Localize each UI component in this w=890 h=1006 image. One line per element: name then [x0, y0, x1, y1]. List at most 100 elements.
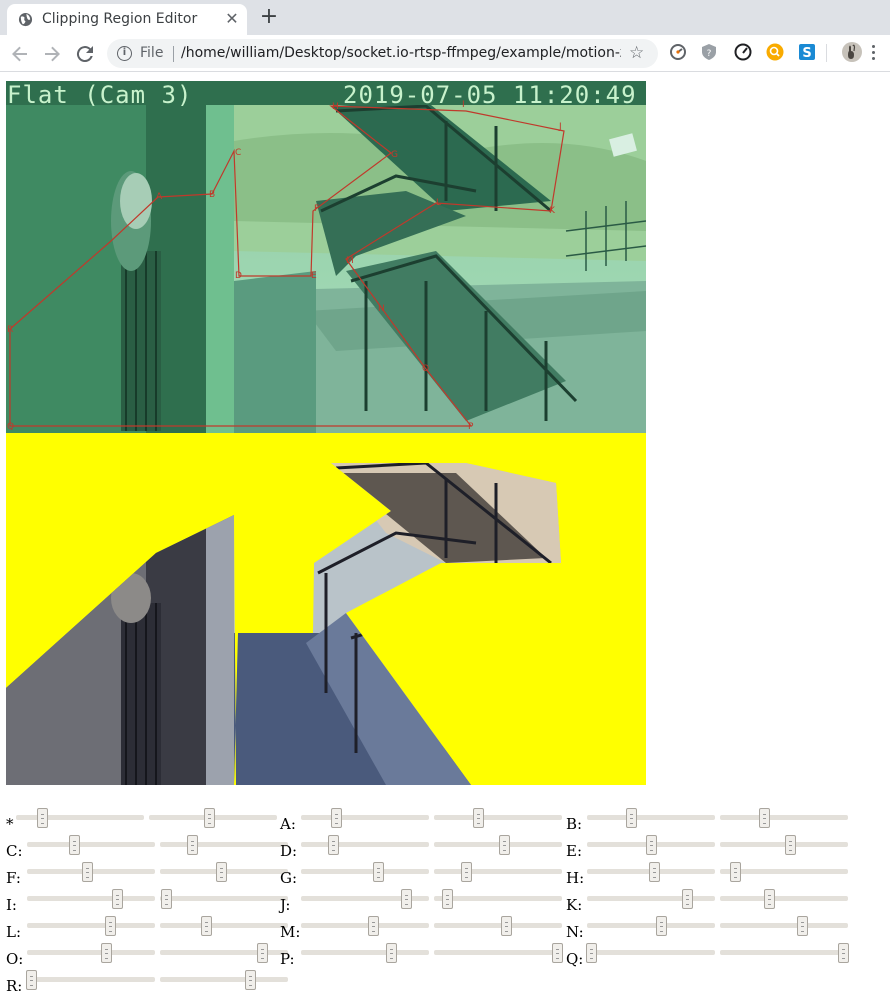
- slider-m-y[interactable]: [434, 916, 562, 936]
- slider-f-x[interactable]: [27, 862, 155, 882]
- slider-d-x[interactable]: [301, 835, 429, 855]
- slider-g-y[interactable]: [434, 862, 562, 882]
- slider-track[interactable]: [301, 950, 429, 955]
- slider-track[interactable]: [434, 815, 562, 820]
- slider-thumb[interactable]: [112, 889, 123, 909]
- slider-all-y[interactable]: [149, 808, 277, 828]
- tab-clipping-region-editor[interactable]: Clipping Region Editor ✕: [7, 4, 247, 35]
- slider-m-x[interactable]: [301, 916, 429, 936]
- slider-track[interactable]: [160, 950, 288, 955]
- slider-thumb[interactable]: [201, 916, 212, 936]
- slider-track[interactable]: [587, 815, 715, 820]
- slider-e-x[interactable]: [587, 835, 715, 855]
- slider-b-x[interactable]: [587, 808, 715, 828]
- slider-thumb[interactable]: [442, 889, 453, 909]
- slider-thumb[interactable]: [838, 943, 849, 963]
- slider-track[interactable]: [160, 977, 288, 982]
- slider-track[interactable]: [301, 923, 429, 928]
- slider-c-y[interactable]: [160, 835, 288, 855]
- slider-thumb[interactable]: [82, 862, 93, 882]
- slider-track[interactable]: [301, 815, 429, 820]
- slider-thumb[interactable]: [37, 808, 48, 828]
- forward-icon[interactable]: [40, 42, 64, 66]
- slider-track[interactable]: [434, 869, 562, 874]
- slider-j-y[interactable]: [434, 889, 562, 909]
- slider-l-y[interactable]: [160, 916, 288, 936]
- gauge-icon[interactable]: [734, 43, 752, 61]
- slider-thumb[interactable]: [656, 916, 667, 936]
- menu-kebab-icon[interactable]: [872, 44, 876, 62]
- slider-a-x[interactable]: [301, 808, 429, 828]
- slider-i-x[interactable]: [27, 889, 155, 909]
- slider-track[interactable]: [16, 815, 144, 820]
- slider-thumb[interactable]: [69, 835, 80, 855]
- slider-n-y[interactable]: [720, 916, 848, 936]
- slider-thumb[interactable]: [797, 916, 808, 936]
- slider-r-x[interactable]: [26, 970, 155, 990]
- slider-track[interactable]: [720, 896, 848, 901]
- slider-thumb[interactable]: [785, 835, 796, 855]
- slider-thumb[interactable]: [161, 889, 172, 909]
- slider-c-x[interactable]: [27, 835, 155, 855]
- slider-track[interactable]: [434, 842, 562, 847]
- slider-track[interactable]: [720, 923, 848, 928]
- slider-f-y[interactable]: [160, 862, 288, 882]
- slider-thumb[interactable]: [368, 916, 379, 936]
- slider-thumb[interactable]: [586, 943, 597, 963]
- slider-track[interactable]: [587, 950, 715, 955]
- slider-l-x[interactable]: [27, 916, 155, 936]
- slider-thumb[interactable]: [331, 808, 342, 828]
- slider-j-x[interactable]: [301, 889, 429, 909]
- slider-o-y[interactable]: [160, 943, 288, 963]
- slider-track[interactable]: [587, 923, 715, 928]
- slider-track[interactable]: [720, 842, 848, 847]
- slider-thumb[interactable]: [386, 943, 397, 963]
- slider-track[interactable]: [27, 896, 155, 901]
- slider-p-y[interactable]: [434, 943, 563, 963]
- slider-thumb[interactable]: [328, 835, 339, 855]
- address-bar[interactable]: i File /home/william/Desktop/socket.io-r…: [107, 39, 658, 68]
- slider-thumb[interactable]: [759, 808, 770, 828]
- slider-thumb[interactable]: [461, 862, 472, 882]
- slider-track[interactable]: [434, 923, 562, 928]
- slider-thumb[interactable]: [26, 970, 37, 990]
- slider-thumb[interactable]: [682, 889, 693, 909]
- slider-g-x[interactable]: [301, 862, 429, 882]
- slider-track[interactable]: [27, 842, 155, 847]
- slider-track[interactable]: [587, 896, 715, 901]
- slider-p-x[interactable]: [301, 943, 429, 963]
- slider-thumb[interactable]: [626, 808, 637, 828]
- slider-thumb[interactable]: [499, 835, 510, 855]
- reload-icon[interactable]: [73, 42, 97, 66]
- slider-track[interactable]: [160, 842, 288, 847]
- url-text[interactable]: /home/william/Desktop/socket.io-rtsp-ffm…: [181, 45, 621, 61]
- slider-thumb[interactable]: [764, 889, 775, 909]
- slider-thumb[interactable]: [646, 835, 657, 855]
- info-icon[interactable]: i: [117, 46, 132, 61]
- slider-thumb[interactable]: [473, 808, 484, 828]
- search-extension-icon[interactable]: [766, 43, 784, 61]
- slider-thumb[interactable]: [105, 916, 116, 936]
- slider-q-x[interactable]: [586, 943, 715, 963]
- profile-avatar-icon[interactable]: [842, 42, 862, 62]
- speedometer-icon[interactable]: [669, 43, 687, 61]
- slider-all-x[interactable]: [16, 808, 144, 828]
- slider-thumb[interactable]: [730, 862, 741, 882]
- slider-thumb[interactable]: [552, 943, 563, 963]
- slider-k-y[interactable]: [720, 889, 848, 909]
- slider-thumb[interactable]: [245, 970, 256, 990]
- slider-n-x[interactable]: [587, 916, 715, 936]
- slider-track[interactable]: [27, 977, 155, 982]
- slider-track[interactable]: [27, 950, 155, 955]
- slider-o-x[interactable]: [27, 943, 155, 963]
- slider-d-y[interactable]: [434, 835, 562, 855]
- slider-track[interactable]: [434, 950, 562, 955]
- slider-a-y[interactable]: [434, 808, 562, 828]
- back-icon[interactable]: [8, 42, 32, 66]
- slider-thumb[interactable]: [257, 943, 268, 963]
- slider-thumb[interactable]: [204, 808, 215, 828]
- slider-q-y[interactable]: [720, 943, 849, 963]
- slider-track[interactable]: [301, 842, 429, 847]
- slider-thumb[interactable]: [401, 889, 412, 909]
- slider-thumb[interactable]: [216, 862, 227, 882]
